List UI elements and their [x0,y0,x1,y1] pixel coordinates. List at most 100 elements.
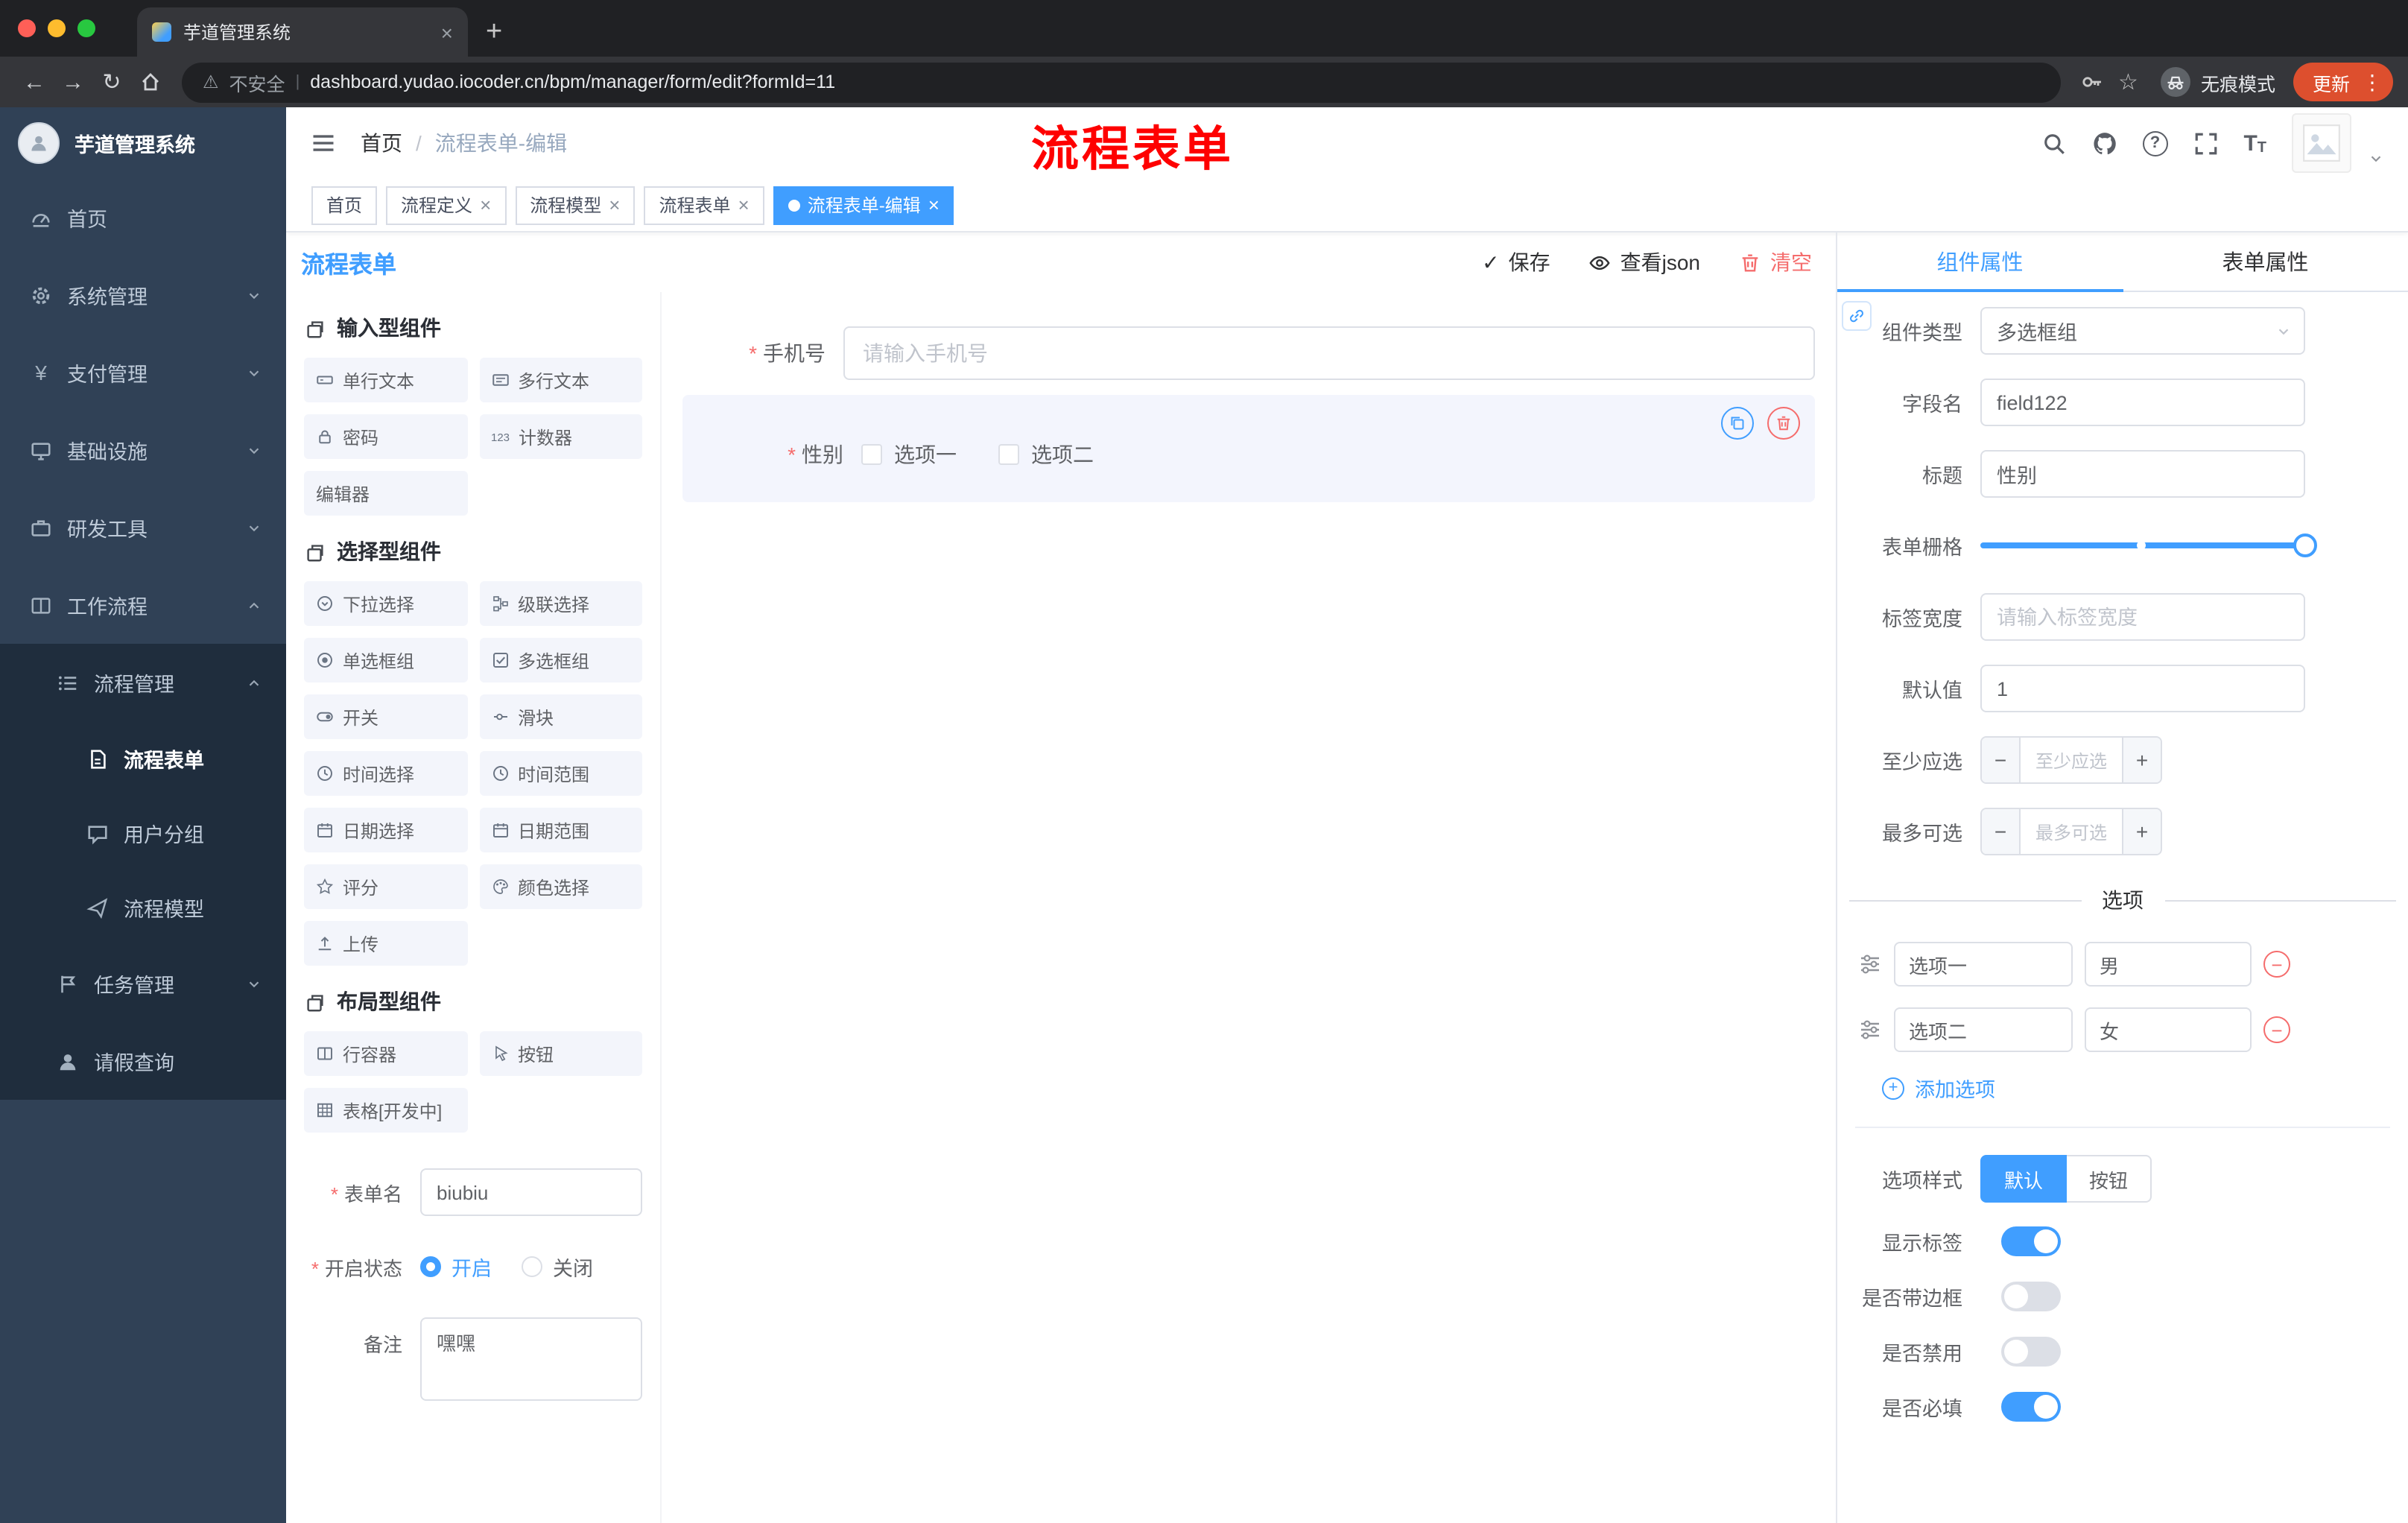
phone-input[interactable] [843,326,1815,380]
style-button-button[interactable]: 按钮 [2067,1155,2152,1203]
tag-process-model[interactable]: 流程模型 × [515,186,636,224]
palette-item-counter[interactable]: 123 计数器 [479,414,642,459]
sidebar-item-process-mgmt[interactable]: 流程管理 [0,644,286,721]
palette-item-select[interactable]: 下拉选择 [304,581,467,626]
search-icon[interactable] [2041,130,2066,156]
update-browser-button[interactable]: 更新 ⋮ [2293,63,2393,101]
title-input[interactable] [1980,450,2305,498]
field-name-input[interactable] [1980,379,2305,426]
close-window-button[interactable] [18,19,36,37]
tab-component-props[interactable]: 组件属性 [1837,232,2123,292]
avatar-caret-icon[interactable] [2368,151,2384,167]
tag-close-icon[interactable]: × [738,195,750,215]
sidebar-collapse-icon[interactable] [310,130,337,156]
decrease-button[interactable]: − [1982,738,2021,782]
github-icon[interactable] [2091,130,2117,156]
user-avatar[interactable] [2292,113,2351,173]
zoom-window-button[interactable] [77,19,95,37]
checkbox-box[interactable] [998,444,1019,465]
palette-item-checkbox-group[interactable]: 多选框组 [479,638,642,683]
palette-item-rate[interactable]: 评分 [304,864,467,909]
sidebar-item-workflow[interactable]: 工作流程 [0,566,286,644]
help-icon[interactable]: ? [2142,130,2168,156]
font-size-icon[interactable]: TT [2243,130,2266,156]
tag-process-form[interactable]: 流程表单 × [644,186,764,224]
status-off-radio[interactable]: 关闭 [522,1252,593,1282]
palette-item-row-container[interactable]: 行容器 [304,1031,467,1076]
reload-button[interactable]: ↻ [92,63,131,101]
default-value-input[interactable] [1980,665,2305,712]
decrease-button[interactable]: − [1982,809,2021,854]
component-type-select[interactable] [1980,307,2305,355]
clear-button[interactable]: 清空 [1739,247,1812,277]
remove-option-button[interactable]: − [2263,951,2290,978]
tag-close-icon[interactable]: × [928,195,940,215]
remark-textarea[interactable]: 嘿嘿 [420,1317,642,1401]
password-key-icon[interactable] [2079,70,2103,94]
status-on-radio[interactable]: 开启 [420,1252,492,1282]
tag-close-icon[interactable]: × [609,195,620,215]
palette-item-cascader[interactable]: 级联选择 [479,581,642,626]
palette-item-password[interactable]: 密码 [304,414,467,459]
sidebar-item-task-mgmt[interactable]: 任务管理 [0,945,286,1022]
gender-option-2-checkbox[interactable]: 选项二 [998,440,1094,469]
palette-item-date-picker[interactable]: 日期选择 [304,808,467,852]
browser-tab[interactable]: 芋道管理系统 × [137,7,468,57]
drag-handle-icon[interactable] [1858,952,1882,976]
option-1-value-input[interactable] [2085,942,2252,987]
palette-item-switch[interactable]: 开关 [304,694,467,739]
tag-home[interactable]: 首页 [311,186,378,224]
breadcrumb-home[interactable]: 首页 [361,128,402,158]
option-1-label-input[interactable] [1894,942,2073,987]
increase-button[interactable]: + [2122,809,2161,854]
min-select-value[interactable]: 至少应选 [2021,738,2122,782]
save-button[interactable]: ✓ 保存 [1482,247,1550,277]
label-width-input[interactable] [1980,593,2305,641]
increase-button[interactable]: + [2122,738,2161,782]
palette-item-radio-group[interactable]: 单选框组 [304,638,467,683]
sidebar-item-leave-query[interactable]: 请假查询 [0,1022,286,1100]
form-grid-slider[interactable] [1980,522,2317,569]
palette-item-color-picker[interactable]: 颜色选择 [479,864,642,909]
logo[interactable]: 芋道管理系统 [0,107,286,179]
gender-option-1-checkbox[interactable]: 选项一 [861,440,957,469]
tab-form-props[interactable]: 表单属性 [2123,232,2408,291]
sidebar-item-system-mgmt[interactable]: 系统管理 [0,256,286,334]
bookmark-star-icon[interactable]: ☆ [2118,69,2138,95]
palette-item-button[interactable]: 按钮 [479,1031,642,1076]
copy-widget-button[interactable] [1721,407,1754,440]
slider-track[interactable] [1980,533,2317,557]
back-button[interactable]: ← [15,63,54,101]
palette-item-date-range[interactable]: 日期范围 [479,808,642,852]
palette-item-upload[interactable]: 上传 [304,921,467,966]
tab-close-icon[interactable]: × [441,22,453,42]
browser-home-button[interactable] [131,63,170,101]
tag-close-icon[interactable]: × [480,195,491,215]
with-border-switch[interactable] [2001,1282,2061,1311]
sidebar-item-home[interactable]: 首页 [0,179,286,256]
forward-button[interactable]: → [54,63,92,101]
sidebar-item-dev-tools[interactable]: 研发工具 [0,489,286,566]
min-select-stepper[interactable]: − 至少应选 + [1980,736,2162,784]
form-canvas[interactable]: 手机号 性别 选项一 [662,292,1836,1523]
palette-item-table[interactable]: 表格[开发中] [304,1088,467,1133]
address-bar[interactable]: ⚠ 不安全 | dashboard.yudao.iocoder.cn/bpm/m… [182,62,2061,102]
disabled-switch[interactable] [2001,1337,2061,1367]
palette-item-time-range[interactable]: 时间范围 [479,751,642,796]
minimize-window-button[interactable] [48,19,66,37]
drag-handle-icon[interactable] [1858,1018,1882,1042]
browser-menu-icon[interactable]: ⋮ [2362,72,2383,92]
remove-option-button[interactable]: − [2263,1016,2290,1043]
sidebar-item-process-form[interactable]: 流程表单 [0,721,286,796]
palette-item-editor[interactable]: 编辑器 [304,471,467,516]
palette-item-slider[interactable]: 滑块 [479,694,642,739]
selected-widget-gender[interactable]: 性别 选项一 选项二 [682,395,1815,502]
delete-widget-button[interactable] [1767,407,1800,440]
checkbox-box[interactable] [861,444,882,465]
style-default-button[interactable]: 默认 [1980,1155,2068,1203]
link-icon[interactable] [1842,301,1872,331]
show-label-switch[interactable] [2001,1226,2061,1256]
option-2-label-input[interactable] [1894,1007,2073,1052]
fullscreen-icon[interactable] [2193,130,2218,156]
sidebar-item-user-group[interactable]: 用户分组 [0,796,286,870]
